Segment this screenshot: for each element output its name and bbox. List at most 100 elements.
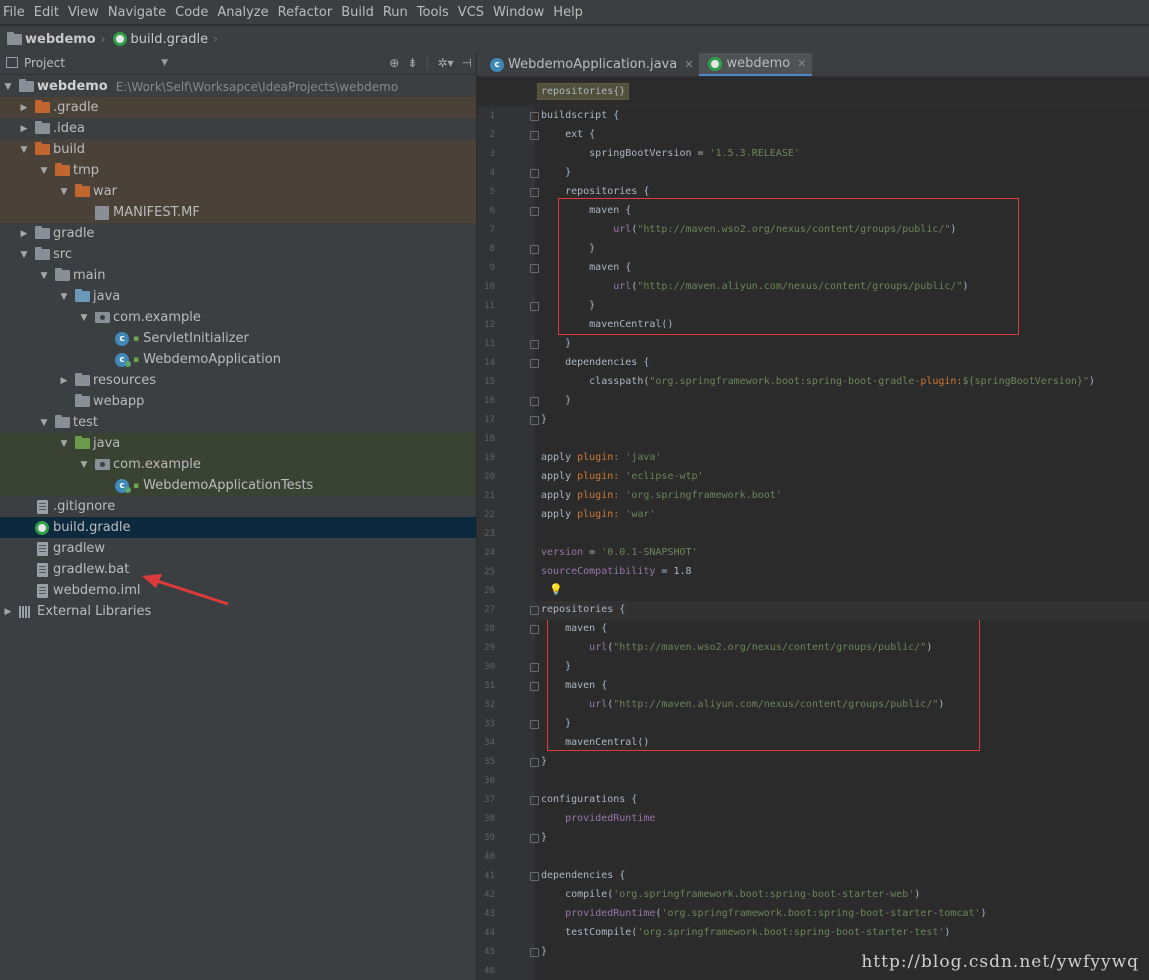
project-view-selector[interactable]: Project <box>24 56 65 70</box>
expanded-arrow-icon[interactable]: ▼ <box>78 460 90 470</box>
fold-marker-icon[interactable] <box>530 625 539 634</box>
tree-item-manifest-mf[interactable]: · MANIFEST.MF <box>0 202 476 223</box>
collapsed-arrow-icon[interactable]: ▶ <box>58 376 70 386</box>
close-icon[interactable]: ✕ <box>797 57 806 70</box>
tree-item-build-gradle[interactable]: · build.gradle <box>0 517 476 538</box>
expanded-arrow-icon[interactable]: ▼ <box>18 250 30 260</box>
fold-marker-icon[interactable] <box>530 872 539 881</box>
close-icon[interactable]: ✕ <box>684 58 693 71</box>
line-number: 41 <box>484 871 495 881</box>
tree-item-servletinitializer[interactable]: · c▪ServletInitializer <box>0 328 476 349</box>
tree-item-webdemoapplicationtests[interactable]: · c▪WebdemoApplicationTests <box>0 475 476 496</box>
hide-panel-icon[interactable]: ⊣ <box>462 56 472 70</box>
fold-marker-icon[interactable] <box>530 606 539 615</box>
fold-marker-icon[interactable] <box>530 340 539 349</box>
expanded-arrow-icon[interactable]: ▼ <box>18 145 30 155</box>
tree-item-label: webapp <box>93 394 145 409</box>
tree-item-com-example[interactable]: ▼ com.example <box>0 307 476 328</box>
tree-item-label: build <box>53 142 85 157</box>
tree-item-gradle[interactable]: ▶ .gradle <box>0 97 476 118</box>
fold-marker-icon[interactable] <box>530 720 539 729</box>
menu-tools[interactable]: Tools <box>413 5 454 20</box>
menu-run[interactable]: Run <box>379 5 413 20</box>
fold-marker-icon[interactable] <box>530 112 539 121</box>
tree-item-java[interactable]: ▼ java <box>0 433 476 454</box>
collapsed-arrow-icon[interactable]: ▶ <box>18 124 30 134</box>
tree-item-webdemo-iml[interactable]: · webdemo.iml <box>0 580 476 601</box>
settings-gear-icon[interactable]: ✲▾ <box>437 56 453 70</box>
tree-item-gitignore[interactable]: · .gitignore <box>0 496 476 517</box>
lightbulb-icon[interactable]: 💡 <box>549 583 563 596</box>
fold-marker-icon[interactable] <box>530 796 539 805</box>
tree-item-webdemoapplication[interactable]: · c▪WebdemoApplication <box>0 349 476 370</box>
collapsed-arrow-icon[interactable]: ▶ <box>18 103 30 113</box>
tree-item-tmp[interactable]: ▼ tmp <box>0 160 476 181</box>
fold-marker-icon[interactable] <box>530 207 539 216</box>
excluded-folder-icon <box>34 142 50 157</box>
code-line: } <box>541 338 572 349</box>
fold-marker-icon[interactable] <box>530 188 539 197</box>
menu-vcs[interactable]: VCS <box>454 5 489 20</box>
breadcrumb-project[interactable]: webdemo › <box>6 31 112 47</box>
fold-marker-icon[interactable] <box>530 663 539 672</box>
collapse-all-icon[interactable]: ⇟ <box>407 56 417 70</box>
fold-marker-icon[interactable] <box>530 758 539 767</box>
menu-help[interactable]: Help <box>549 5 588 20</box>
expanded-arrow-icon[interactable]: ▼ <box>38 271 50 281</box>
fold-marker-icon[interactable] <box>530 245 539 254</box>
tree-item-label: .gitignore <box>53 499 116 514</box>
fold-marker-icon[interactable] <box>530 169 539 178</box>
menu-navigate[interactable]: Navigate <box>104 5 171 20</box>
tab-webdemo[interactable]: webdemo ✕ <box>699 53 813 76</box>
breadcrumb-repositories[interactable]: repositories{} <box>537 82 630 100</box>
tree-item-gradlew[interactable]: · gradlew <box>0 538 476 559</box>
expanded-arrow-icon[interactable]: ▼ <box>58 439 70 449</box>
tree-item-webapp[interactable]: · webapp <box>0 391 476 412</box>
tree-item-gradlew-bat[interactable]: · gradlew.bat <box>0 559 476 580</box>
fold-marker-icon[interactable] <box>530 359 539 368</box>
menu-view[interactable]: View <box>64 5 104 20</box>
expanded-arrow-icon[interactable]: ▼ <box>2 82 14 92</box>
fold-marker-icon[interactable] <box>530 264 539 273</box>
fold-marker-icon[interactable] <box>530 682 539 691</box>
expanded-arrow-icon[interactable]: ▼ <box>58 292 70 302</box>
expanded-arrow-icon[interactable]: ▼ <box>58 187 70 197</box>
fold-marker-icon[interactable] <box>530 948 539 957</box>
collapsed-arrow-icon[interactable]: ▶ <box>18 229 30 239</box>
file-icon <box>34 562 50 577</box>
tree-item-src[interactable]: ▼ src <box>0 244 476 265</box>
tree-item-webdemo[interactable]: ▼ webdemo E:\Work\Self\Worksapce\IdeaProje… <box>0 76 476 97</box>
line-number: 16 <box>484 396 495 406</box>
tab-webdemoapplication-java[interactable]: c WebdemoApplication.java ✕ <box>481 53 699 76</box>
menu-file[interactable]: File <box>0 5 30 20</box>
tree-item-com-example[interactable]: ▼ com.example <box>0 454 476 475</box>
menu-refactor[interactable]: Refactor <box>274 5 338 20</box>
tree-item-build[interactable]: ▼ build <box>0 139 476 160</box>
tree-item-java[interactable]: ▼ java <box>0 286 476 307</box>
tree-item-test[interactable]: ▼ test <box>0 412 476 433</box>
fold-marker-icon[interactable] <box>530 416 539 425</box>
locate-file-icon[interactable]: ⊕ <box>389 56 399 70</box>
fold-marker-icon[interactable] <box>530 397 539 406</box>
expanded-arrow-icon[interactable]: ▼ <box>38 418 50 428</box>
fold-marker-icon[interactable] <box>530 131 539 140</box>
tree-item-main[interactable]: ▼ main <box>0 265 476 286</box>
menu-analyze[interactable]: Analyze <box>213 5 273 20</box>
fold-marker-icon[interactable] <box>530 302 539 311</box>
menu-window[interactable]: Window <box>489 5 549 20</box>
tree-item-resources[interactable]: ▶ resources <box>0 370 476 391</box>
tree-item-gradle[interactable]: ▶ gradle <box>0 223 476 244</box>
menu-edit[interactable]: Edit <box>30 5 64 20</box>
tree-item-idea[interactable]: ▶ .idea <box>0 118 476 139</box>
tree-item-war[interactable]: ▼ war <box>0 181 476 202</box>
tree-item-external-libraries[interactable]: ▶ External Libraries <box>0 601 476 622</box>
dropdown-arrow-icon[interactable]: ▼ <box>161 58 168 68</box>
collapsed-arrow-icon[interactable]: ▶ <box>2 607 14 617</box>
expanded-arrow-icon[interactable]: ▼ <box>38 166 50 176</box>
menu-build[interactable]: Build <box>337 5 379 20</box>
breadcrumb-file[interactable]: build.gradle › <box>112 32 224 47</box>
fold-marker-icon[interactable] <box>530 834 539 843</box>
expanded-arrow-icon[interactable]: ▼ <box>78 313 90 323</box>
tree-item-label: war <box>93 184 117 199</box>
menu-code[interactable]: Code <box>171 5 213 20</box>
